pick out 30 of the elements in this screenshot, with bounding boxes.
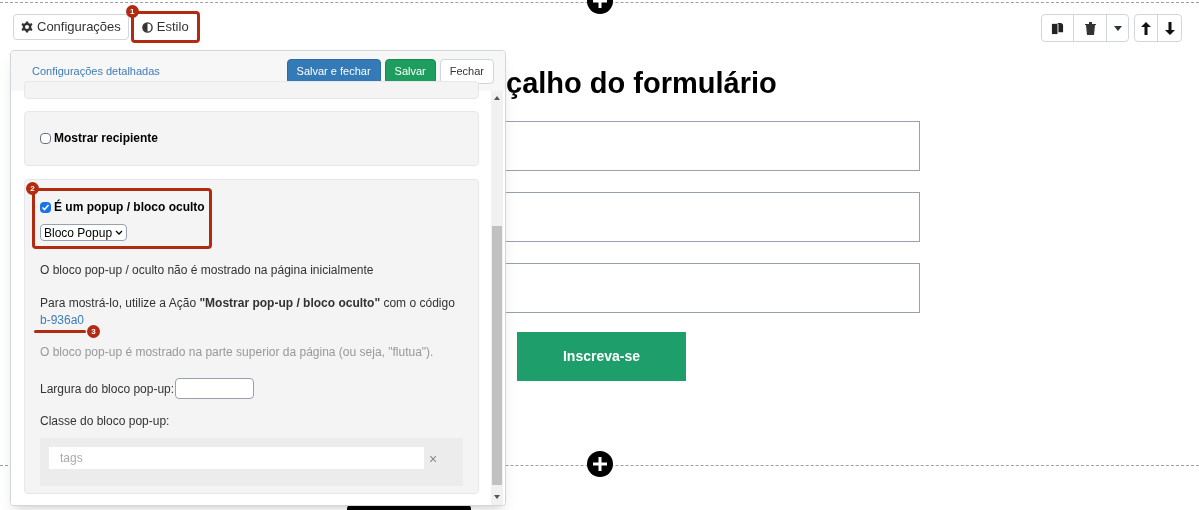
header-button[interactable]: Salvar e fechar — [286, 58, 381, 84]
checkbox[interactable] — [40, 201, 51, 213]
tags-input[interactable]: tags — [49, 447, 424, 469]
scroll-down-icon[interactable] — [494, 495, 500, 499]
clear-icon[interactable]: × — [429, 449, 438, 470]
note-text: O bloco pop-up é mostrado na parte superior da página (ou seja, "flutua"). — [40, 344, 434, 361]
width-input[interactable] — [175, 378, 255, 399]
checkbox-label: É um popup / bloco oculto — [54, 198, 205, 216]
tab[interactable]: Configurações — [13, 14, 129, 40]
checkbox-label: Mostrar recipiente — [54, 130, 159, 147]
add-block-icon[interactable] — [587, 451, 613, 477]
gear-icon — [21, 21, 33, 33]
subscribe-button[interactable]: Inscreva-se — [517, 332, 686, 381]
info-text: O bloco pop-up / oculto não é mostrado na página inicialmente — [40, 262, 374, 279]
scrollbar[interactable] — [491, 91, 503, 505]
code-link[interactable]: b-936a0 — [40, 313, 85, 327]
chevron-down-icon — [115, 230, 124, 235]
header-button[interactable]: Salvar — [384, 58, 436, 84]
contrast-icon — [141, 21, 153, 33]
detailed-settings-link[interactable]: Configurações detalhadas — [32, 62, 160, 80]
popup-type-select[interactable]: Bloco Popup — [40, 224, 128, 241]
field-label: Classe do bloco pop-up: — [40, 413, 170, 430]
checkbox[interactable] — [40, 132, 51, 144]
scroll-up-icon[interactable] — [494, 96, 500, 100]
header-button[interactable]: Fechar — [439, 58, 494, 84]
step-badge: 1 — [125, 5, 139, 18]
scrollbar-thumb[interactable] — [492, 226, 502, 485]
field-label: Largura do bloco pop-up: — [40, 380, 175, 398]
underline-mark — [34, 330, 87, 333]
form-heading: çalho do formulário — [506, 66, 777, 101]
